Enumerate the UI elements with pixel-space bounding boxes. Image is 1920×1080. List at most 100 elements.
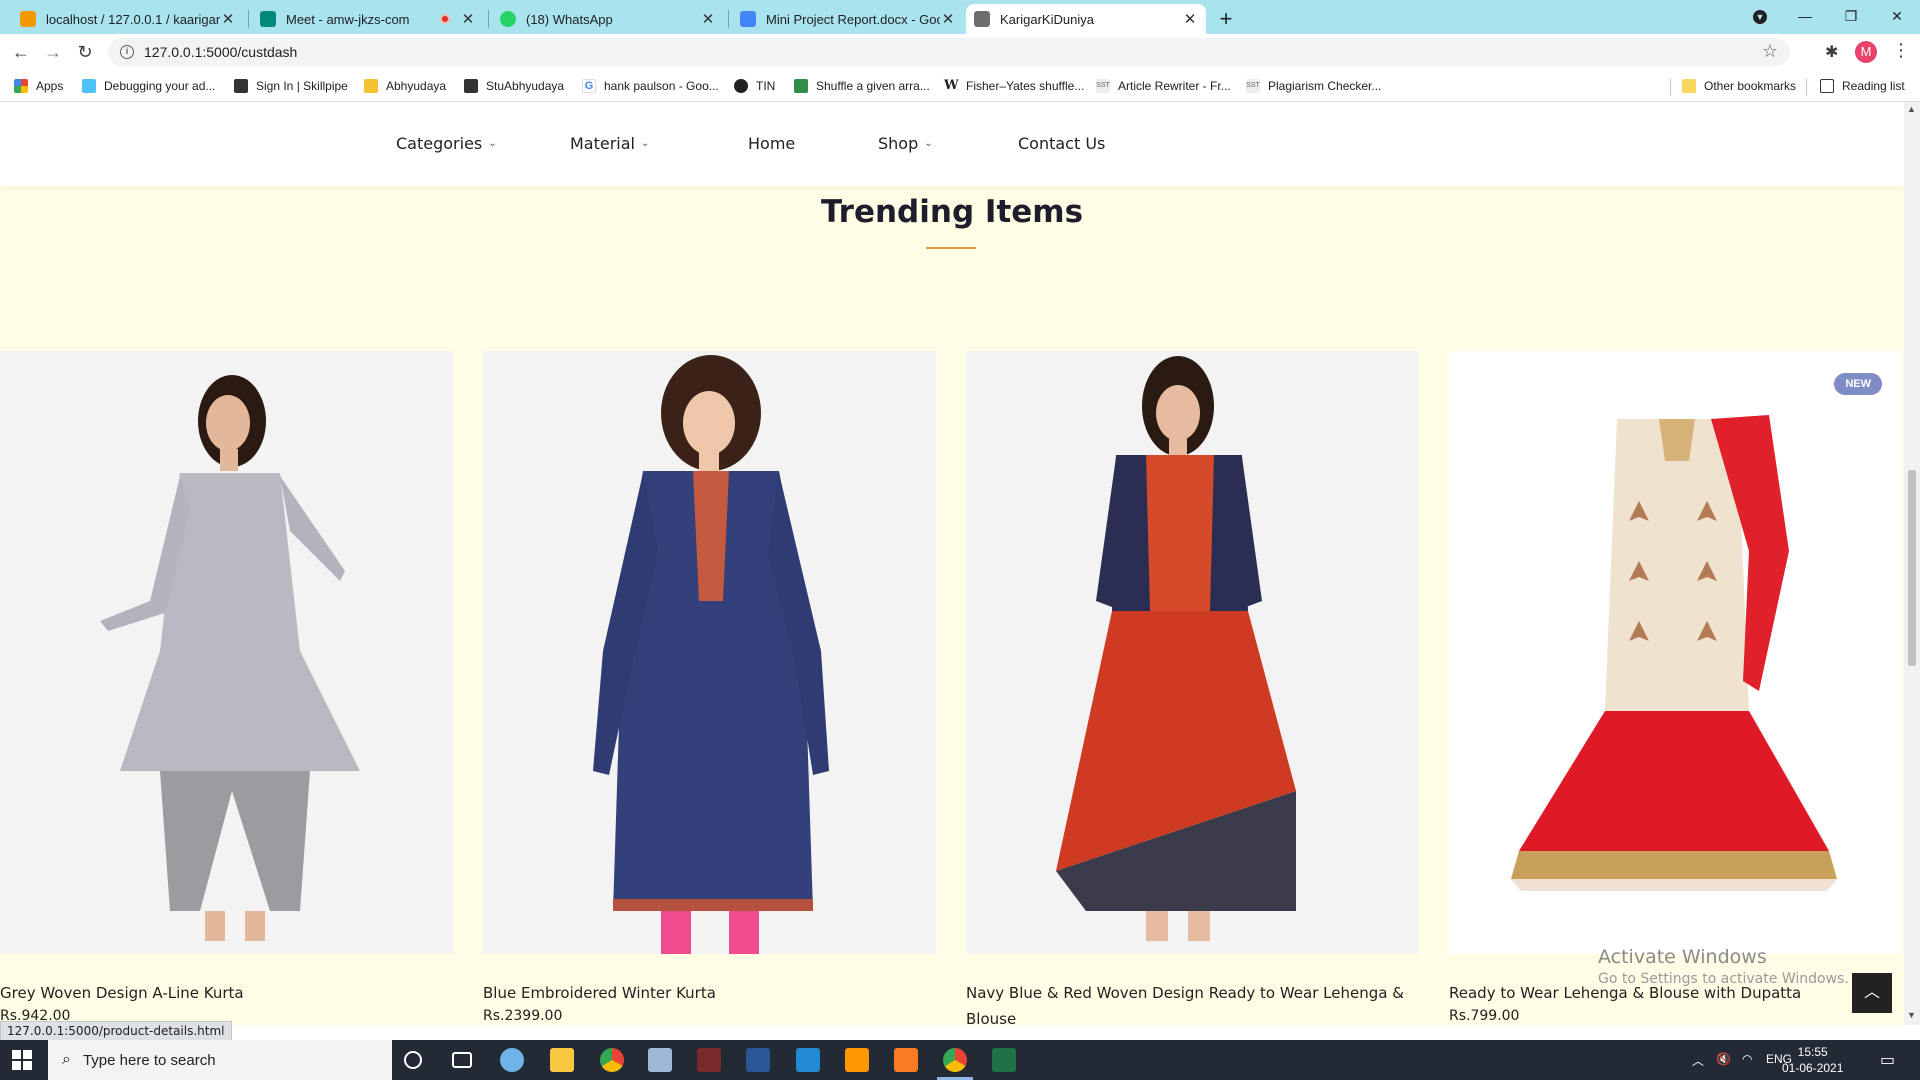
product-image[interactable]: [966, 351, 1419, 954]
xampp-icon[interactable]: [894, 1048, 918, 1072]
meet-icon: [260, 11, 276, 27]
product-image[interactable]: [483, 351, 936, 954]
volume-muted-icon[interactable]: 🔇: [1716, 1052, 1731, 1066]
windows-start-icon[interactable]: [12, 1050, 32, 1070]
product-price: Rs.799.00: [1449, 1008, 1520, 1024]
chevron-up-icon: ︿: [1863, 984, 1880, 1001]
activate-windows-subtitle: Go to Settings to activate Windows.: [1598, 971, 1849, 987]
info-icon[interactable]: i: [120, 45, 134, 59]
scroll-up-arrow-icon[interactable]: ▲: [1907, 104, 1916, 114]
close-window-button[interactable]: ✕: [1874, 0, 1920, 34]
bookmark-abhyudaya[interactable]: Abhyudaya: [364, 76, 446, 96]
bookmark-fisher-yates[interactable]: W Fisher–Yates shuffle...: [944, 76, 1084, 96]
tab-strip: localhost / 127.0.0.1 / kaarigarki ✕ Mee…: [0, 0, 1920, 34]
recording-icon: [440, 14, 450, 24]
site-icon: [974, 11, 990, 27]
url-text: 127.0.0.1:5000/custdash: [144, 44, 298, 60]
virtualbox-icon[interactable]: [648, 1048, 672, 1072]
menu-icon[interactable]: ⋮: [1892, 40, 1910, 61]
nav-contact-us[interactable]: Contact Us: [1018, 134, 1105, 153]
close-icon[interactable]: ✕: [460, 10, 476, 28]
profile-avatar[interactable]: M: [1855, 41, 1877, 63]
close-icon[interactable]: ✕: [220, 10, 236, 28]
taskbar-search[interactable]: ⌕ Type here to search: [48, 1040, 392, 1080]
wifi-icon[interactable]: ◠: [1742, 1052, 1752, 1066]
tab-karigarkiduniya[interactable]: KarigarKiDuniya ✕: [966, 4, 1206, 34]
scroll-down-arrow-icon[interactable]: ▼: [1907, 1010, 1916, 1020]
address-bar[interactable]: i 127.0.0.1:5000/custdash ☆: [108, 38, 1790, 66]
bookmark-debugging[interactable]: Debugging your ad...: [82, 76, 215, 96]
product-image[interactable]: NEW: [1449, 351, 1902, 954]
bookmark-plagiarism-checker[interactable]: SST Plagiarism Checker...: [1246, 76, 1381, 96]
product-card[interactable]: Navy Blue & Red Woven Design Ready to We…: [966, 351, 1419, 1025]
sublime-text-icon[interactable]: [845, 1048, 869, 1072]
sst-icon: SST: [1246, 79, 1260, 93]
bookmark-shuffle[interactable]: Shuffle a given arra...: [794, 76, 930, 96]
bookmark-apps[interactable]: Apps: [14, 76, 63, 96]
system-clock[interactable]: 15:55 01-06-2021: [1782, 1044, 1843, 1076]
bookmark-tin[interactable]: TIN: [734, 76, 775, 96]
vscode-icon[interactable]: [796, 1048, 820, 1072]
close-icon[interactable]: ✕: [1182, 10, 1198, 28]
tab-meet[interactable]: Meet - amw-jkzs-com ✕: [252, 4, 484, 34]
flutter-icon: [82, 79, 96, 93]
bookmark-star-icon[interactable]: ☆: [1762, 41, 1778, 62]
nav-shop[interactable]: Shop ⌄: [878, 134, 933, 153]
product-card[interactable]: NEW Ready to Wear Lehenga & Blouse with …: [1449, 351, 1902, 1024]
section-title: Trending Items: [820, 194, 1084, 230]
chrome-active-icon[interactable]: [943, 1048, 967, 1072]
vertical-scrollbar[interactable]: ▲ ▼: [1904, 102, 1920, 1025]
extensions-icon[interactable]: ✱: [1825, 42, 1838, 62]
tab-search-button[interactable]: ▼: [1737, 0, 1783, 34]
bookmark-hank-paulson[interactable]: G hank paulson - Goo...: [582, 76, 719, 96]
product-name[interactable]: Blue Embroidered Winter Kurta: [483, 980, 936, 1006]
bookmark-other[interactable]: Other bookmarks: [1682, 76, 1796, 96]
bookmark-stuabhyudaya[interactable]: StuAbhyudaya: [464, 76, 564, 96]
close-icon[interactable]: ✕: [940, 10, 956, 28]
new-tab-button[interactable]: +: [1212, 6, 1240, 34]
reading-list[interactable]: Reading list: [1820, 76, 1905, 96]
nav-home[interactable]: Home: [748, 134, 795, 153]
word-icon[interactable]: [746, 1048, 770, 1072]
abhyudaya-icon: [364, 79, 378, 93]
minimize-button[interactable]: —: [1782, 0, 1828, 34]
tab-google-docs[interactable]: Mini Project Report.docx - Googl ✕: [732, 4, 964, 34]
wikipedia-icon: W: [944, 78, 959, 93]
google-icon: G: [582, 79, 596, 93]
bookmarks-bar: Apps Debugging your ad... Sign In | Skil…: [0, 70, 1920, 102]
tab-phpmyadmin[interactable]: localhost / 127.0.0.1 / kaarigarki ✕: [12, 4, 244, 34]
product-card[interactable]: Grey Woven Design A-Line Kurta Rs.942.00: [0, 351, 453, 1024]
lehenga-illustration: [1056, 356, 1296, 941]
paint-icon[interactable]: [500, 1048, 524, 1072]
product-image[interactable]: [0, 351, 453, 954]
product-name[interactable]: Grey Woven Design A-Line Kurta: [0, 980, 453, 1006]
chevron-down-icon: ⌄: [641, 138, 650, 149]
file-explorer-icon[interactable]: [550, 1048, 574, 1072]
task-view-icon[interactable]: [452, 1052, 472, 1068]
scrollbar-thumb[interactable]: [1908, 470, 1916, 666]
title-underline: [926, 247, 976, 249]
cortana-icon[interactable]: [404, 1051, 422, 1069]
app-icon[interactable]: [697, 1048, 721, 1072]
excel-icon[interactable]: [992, 1048, 1016, 1072]
tab-whatsapp[interactable]: (18) WhatsApp ✕: [492, 4, 724, 34]
chevron-up-icon[interactable]: ︿: [1692, 1052, 1704, 1069]
blue-kurta-illustration: [593, 355, 829, 954]
notifications-icon[interactable]: ▭: [1880, 1050, 1895, 1070]
product-card[interactable]: Blue Embroidered Winter Kurta Rs.2399.00: [483, 351, 936, 1024]
product-name[interactable]: Navy Blue & Red Woven Design Ready to We…: [966, 980, 1419, 1025]
close-icon[interactable]: ✕: [700, 10, 716, 28]
forward-button[interactable]: →: [40, 39, 66, 65]
tab-separator: [488, 10, 489, 28]
nav-material[interactable]: Material ⌄: [570, 134, 649, 153]
back-to-top-button[interactable]: ︿: [1852, 973, 1892, 1013]
back-button[interactable]: ←: [8, 39, 34, 65]
bookmark-article-rewriter[interactable]: SST Article Rewriter - Fr...: [1096, 76, 1231, 96]
stuabhyudaya-icon: [464, 79, 478, 93]
restore-button[interactable]: ❐: [1828, 0, 1874, 34]
reload-button[interactable]: ↻: [72, 39, 98, 65]
nav-categories[interactable]: Categories ⌄: [396, 134, 497, 153]
bookmark-skillpipe[interactable]: Sign In | Skillpipe: [234, 76, 348, 96]
bookmarks-separator: [1670, 78, 1671, 96]
chrome-icon[interactable]: [600, 1048, 624, 1072]
